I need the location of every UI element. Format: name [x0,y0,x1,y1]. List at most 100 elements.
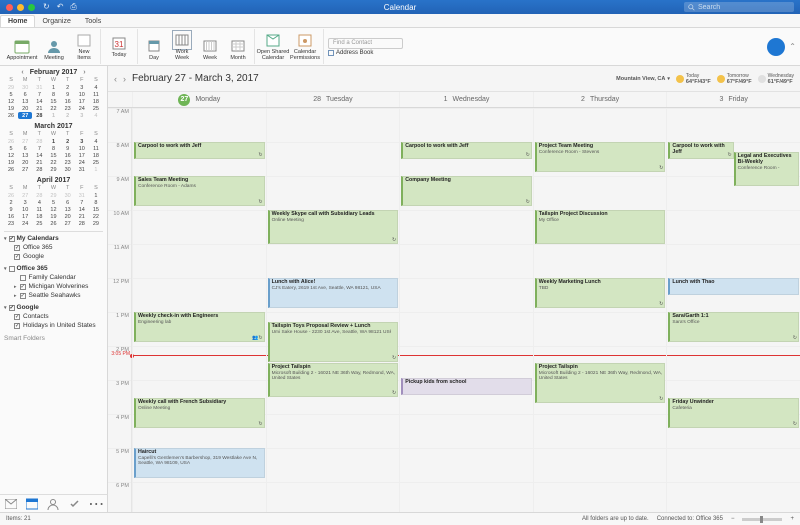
cal-office365[interactable]: Office 365 [4,243,103,252]
date-range: February 27 - March 3, 2017 [132,73,259,84]
weather-today: Today64°F/43°F [676,73,711,85]
event-tue-lunch[interactable]: Lunch with Alice!CJ's Eatery, 2619 1st A… [268,278,399,308]
day-fri[interactable]: 3Friday [666,92,800,107]
new-icon [77,33,91,47]
address-book-button[interactable]: Address Book [328,50,403,56]
user-avatar[interactable] [767,38,785,56]
cal-family[interactable]: ▸Family Calendar [4,273,103,282]
group-google[interactable]: ▾Google [4,303,103,312]
tab-tools[interactable]: Tools [78,16,108,27]
cal-contacts[interactable]: Contacts [4,312,103,321]
print-icon[interactable]: ⎙ [70,2,76,12]
month-icon [231,39,245,53]
people-nav-icon[interactable] [47,498,59,510]
cal-seahawks[interactable]: ▸Seattle Seahawks [4,291,103,300]
sidebar: ‹February 2017› SMTWTFS29303112345678910… [0,66,108,512]
calendar-permissions-button[interactable]: Calendar Permissions [291,31,319,62]
calendar-nav-icon[interactable] [26,498,38,510]
zoom-slider[interactable] [742,518,782,521]
ribbon-collapse-icon[interactable]: ⌃ [789,42,796,51]
event-fri-carpool[interactable]: Carpool to work with Jeff↻ [668,142,733,159]
col-fri[interactable]: Carpool to work with Jeff↻ Legal and Exe… [666,108,800,512]
permissions-icon [297,32,313,48]
window-title: Calendar [384,3,416,12]
search-input[interactable]: Search [684,2,794,12]
undo-icon[interactable]: ↶ [57,2,64,12]
day-tue[interactable]: 28Tuesday [266,92,400,107]
col-wed[interactable]: Carpool to work with Jeff↻ Company Meeti… [399,108,533,512]
work-week-button[interactable]: Work Week [170,31,194,62]
smart-folders[interactable]: Smart Folders [4,334,103,343]
event-thu-market[interactable]: Weekly Marketing LunchTBD↻ [535,278,666,308]
col-thu[interactable]: Project Team MeetingConference Room - St… [533,108,667,512]
meeting-button[interactable]: Meeting [40,31,68,62]
calendar-grid[interactable]: 7 AM8 AM9 AM10 AM11 AM12 PM1 PM2 PM3 PM4… [108,108,800,512]
open-shared-button[interactable]: Open Shared Calendar [259,31,287,62]
event-tue-skype[interactable]: Weekly Skype call with Subsidiary LeadsO… [268,210,399,244]
zoom-out-icon[interactable]: − [731,516,735,522]
event-fri-sara[interactable]: Sara/Garth 1:1Sara's Office↻ [668,312,799,342]
day-view-button[interactable]: Day [142,31,166,62]
meeting-label: Meeting [44,56,64,62]
quick-toolbar: ↻ ↶ ⎙ [43,2,77,12]
address-book-label: Address Book [336,50,373,56]
date-header: ‹ › February 27 - March 3, 2017 Mountain… [108,66,800,92]
event-mon-carpool[interactable]: Carpool to work with Jeff↻ [134,142,265,159]
weather-location[interactable]: Mountain View, CA▾ [616,76,670,82]
event-thu-team[interactable]: Project Team MeetingConference Room - St… [535,142,666,172]
day-wed[interactable]: 1Wednesday [399,92,533,107]
today-button[interactable]: 31Today [105,34,133,59]
close-window-icon[interactable] [6,4,13,11]
week-view-button[interactable]: Week [198,31,222,62]
event-fri-thao[interactable]: Lunch with Thao [668,278,799,295]
cal-holidays[interactable]: Holidays in United States [4,321,103,330]
event-mon-french[interactable]: Weekly call with French SubsidiaryOnline… [134,398,265,428]
tab-organize[interactable]: Organize [35,16,77,27]
group-my-calendars[interactable]: ▾My Calendars [4,234,103,243]
group-office365[interactable]: ▾Office 365 [4,264,103,273]
weather-wed: Wednesday61°F/49°F [758,73,794,85]
day-thu[interactable]: 2Thursday [533,92,667,107]
event-wed-pickup[interactable]: Pickup kids from school [401,378,532,395]
event-tue-project[interactable]: Project TailspinMicrosoft Building 2 - 1… [268,363,399,397]
event-thu-disc[interactable]: Tailspin Project DiscussionMy Office [535,210,666,244]
event-fri-legal[interactable]: Legal and Executives Bi-WeeklyConference… [734,152,799,186]
mail-nav-icon[interactable] [5,498,17,510]
more-nav-icon[interactable]: ⋯ [90,498,102,510]
minical-mar[interactable]: March 2017 SMTWTFS2627281234567891011121… [4,123,103,173]
col-tue[interactable]: Weekly Skype call with Subsidiary LeadsO… [266,108,400,512]
zoom-window-icon[interactable] [28,4,35,11]
event-mon-sales[interactable]: Sales Team MeetingConference Room - Adam… [134,176,265,206]
next-week-icon[interactable]: › [123,74,126,84]
tab-home[interactable]: Home [0,15,35,27]
now-label: 3:05 PM [108,351,130,357]
event-thu-project[interactable]: Project TailspinMicrosoft Building 2 - 1… [535,363,666,403]
event-wed-company[interactable]: Company Meeting↻ [401,176,532,206]
next-month-icon[interactable]: › [83,69,85,76]
minical-feb[interactable]: ‹February 2017› SMTWTFS29303112345678910… [4,69,103,119]
day-icon [147,39,161,53]
cal-google[interactable]: Google [4,252,103,261]
new-items-button[interactable]: New Items [72,31,96,62]
month-view-button[interactable]: Month [226,31,250,62]
event-wed-carpool[interactable]: Carpool to work with Jeff↻ [401,142,532,159]
event-mon-haircut[interactable]: HaircutCapelli's Gentlemen's Barbershop,… [134,448,265,478]
tasks-nav-icon[interactable] [69,498,81,510]
event-fri-unwind[interactable]: Friday UnwinderCafeteria↻ [668,398,799,428]
day-mon[interactable]: 27Monday [132,92,266,107]
event-tue-review[interactable]: Tailspin Toys Proposal Review + LunchUmi… [268,322,399,362]
zoom-in-icon[interactable]: + [790,516,794,522]
find-contact-input[interactable]: Find a Contact [328,38,403,49]
calendar-icon [14,38,30,54]
minimize-window-icon[interactable] [17,4,24,11]
prev-week-icon[interactable]: ‹ [114,74,117,84]
minical-apr[interactable]: April 2017 SMTWTFS2627282930311234567891… [4,177,103,227]
work-week-label: Work Week [175,50,189,62]
cal-michigan[interactable]: ▸Michigan Wolverines [4,282,103,291]
prev-month-icon[interactable]: ‹ [21,69,23,76]
sync-icon[interactable]: ↻ [43,2,50,12]
minical-feb-title: February 2017 [30,69,77,76]
col-mon[interactable]: Carpool to work with Jeff↻ Sales Team Me… [132,108,266,512]
event-mon-eng[interactable]: Weekly check-in with EngineersEngineerin… [134,312,265,342]
appointment-button[interactable]: Appointment [8,31,36,62]
